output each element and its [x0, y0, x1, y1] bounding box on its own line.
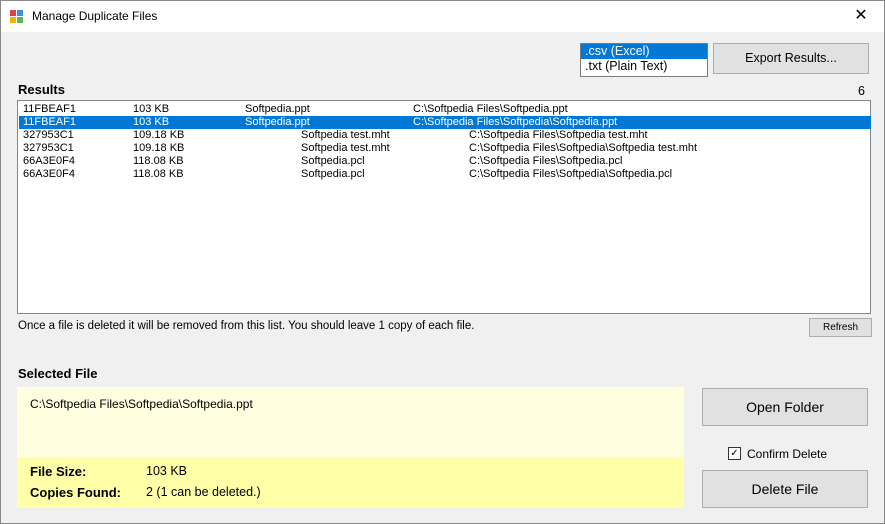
refresh-button[interactable]: Refresh	[809, 318, 872, 337]
app-icon	[10, 10, 24, 24]
deletion-note: Once a file is deleted it will be remove…	[18, 320, 475, 332]
title-bar[interactable]: Manage Duplicate Files ✕	[1, 1, 884, 32]
result-name-cell: Softpedia.pcl	[301, 155, 365, 167]
selected-file-heading: Selected File	[18, 366, 98, 381]
result-crc-cell: 11FBEAF1	[23, 116, 76, 128]
result-size-cell: 118.08 KB	[133, 168, 184, 180]
result-row[interactable]: 66A3E0F4 118.08 KB Softpedia.pcl C:\Softped…	[19, 168, 871, 181]
result-size-cell: 103 KB	[133, 116, 170, 128]
result-crc-cell: 327953C1	[23, 142, 74, 154]
selected-file-path: C:\Softpedia Files\Softpedia\Softpedia.p…	[30, 397, 253, 411]
open-folder-button[interactable]: Open Folder	[702, 388, 868, 426]
selected-file-panel: C:\Softpedia Files\Softpedia\Softpedia.p…	[17, 387, 684, 508]
export-format-list[interactable]: .csv (Excel) .txt (Plain Text)	[580, 43, 708, 77]
results-list[interactable]: 11FBEAF1 103 KB Softpedia.ppt C:\Softpedia …	[17, 100, 871, 314]
manage-duplicates-window: Manage Duplicate Files ✕ .csv (Excel) .t…	[0, 0, 885, 524]
result-row[interactable]: 327953C1 109.18 KB Softpedia test.mht C:\So…	[19, 142, 871, 155]
result-size-cell: 103 KB	[133, 103, 170, 115]
result-name-cell: Softpedia test.mht	[301, 142, 390, 154]
result-size-cell: 109.18 KB	[133, 142, 185, 154]
result-name-cell: Softpedia.pcl	[301, 168, 365, 180]
result-crc-cell: 11FBEAF1	[23, 103, 76, 115]
result-name-cell: Softpedia.ppt	[245, 103, 310, 115]
confirm-delete-label: Confirm Delete	[747, 447, 828, 461]
format-option-txt[interactable]: .txt (Plain Text)	[581, 59, 707, 74]
result-path-cell: C:\Softpedia Files\Softpedia.pcl	[469, 155, 623, 167]
result-name-cell: Softpedia test.mht	[301, 129, 390, 141]
results-heading: Results	[18, 82, 65, 97]
window-title: Manage Duplicate Files	[32, 9, 158, 23]
export-results-button[interactable]: Export Results...	[713, 43, 869, 74]
result-path-cell: C:\Softpedia Files\Softpedia test.mht	[469, 129, 648, 141]
result-path-cell: C:\Softpedia Files\Softpedia\Softpedia.p…	[469, 168, 673, 180]
result-row[interactable]: 327953C1 109.18 KB Softpedia test.mht C:\So…	[19, 129, 871, 142]
result-name-cell: Softpedia.ppt	[245, 116, 310, 128]
result-path-cell: C:\Softpedia Files\Softpedia\Softpedia t…	[469, 142, 698, 154]
result-row[interactable]: 11FBEAF1 103 KB Softpedia.ppt C:\Softpedia …	[19, 116, 871, 129]
file-size-label: File Size:	[30, 464, 87, 479]
format-option-csv[interactable]: .csv (Excel)	[581, 44, 707, 59]
result-crc-cell: 66A3E0F4	[23, 168, 75, 180]
confirm-delete-checkbox[interactable]: ✓	[728, 447, 741, 460]
result-row[interactable]: 66A3E0F4 118.08 KB Softpedia.pcl C:\Softped…	[19, 155, 871, 168]
delete-file-button[interactable]: Delete File	[702, 470, 868, 508]
results-count: 6	[858, 84, 865, 98]
close-icon: ✕	[854, 7, 868, 24]
result-crc-cell: 327953C1	[23, 129, 74, 141]
result-crc-cell: 66A3E0F4	[23, 155, 75, 167]
copies-found-label: Copies Found:	[30, 485, 121, 500]
result-path-cell: C:\Softpedia Files\Softpedia\Softpedia.p…	[413, 116, 618, 128]
result-size-cell: 118.08 KB	[133, 155, 184, 167]
copies-found-value: 2 (1 can be deleted.)	[146, 485, 261, 499]
file-info-band: File Size: 103 KB Copies Found: 2 (1 can…	[17, 457, 684, 508]
result-size-cell: 109.18 KB	[133, 129, 185, 141]
result-row[interactable]: 11FBEAF1 103 KB Softpedia.ppt C:\Softpedia …	[19, 103, 871, 116]
result-path-cell: C:\Softpedia Files\Softpedia.ppt	[413, 103, 568, 115]
file-size-value: 103 KB	[146, 464, 188, 478]
close-button[interactable]: ✕	[838, 1, 884, 32]
